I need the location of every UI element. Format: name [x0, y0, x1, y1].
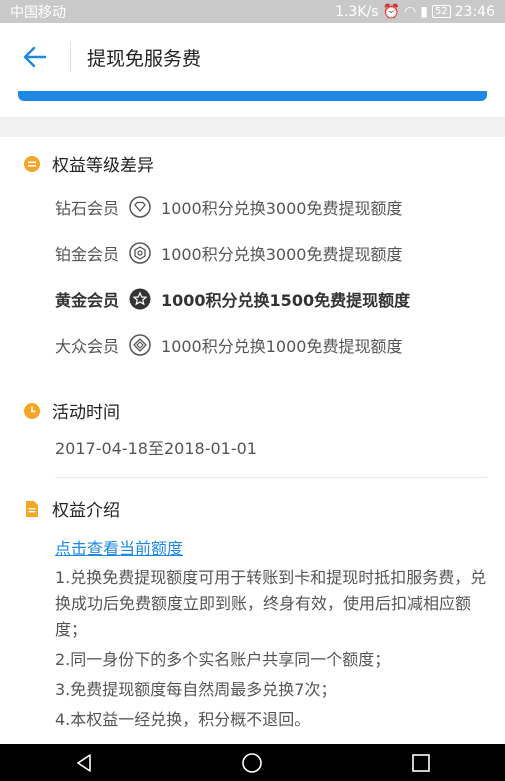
android-nav-bar [0, 744, 505, 781]
status-right: 1.3K/s ⏰ ◠ ▮ 52 23:46 [335, 4, 495, 20]
wifi-icon: ◠ [403, 3, 417, 20]
activity-section-header: 活动时间 [24, 398, 487, 423]
clock-icon [24, 402, 40, 419]
public-badge-icon [129, 334, 151, 356]
network-speed: 1.3K/s [335, 3, 379, 20]
level-desc: 1000积分兑换3000免费提现额度 [161, 199, 403, 218]
alarm-icon: ⏰ [382, 3, 400, 20]
nav-recents-icon[interactable] [411, 753, 431, 773]
level-desc: 1000积分兑换3000免费提现额度 [161, 245, 403, 264]
level-name: 黄金会员 [55, 291, 120, 310]
chat-bubble-icon [24, 155, 40, 172]
activity-title: 活动时间 [52, 403, 120, 423]
diamond-badge-icon [129, 196, 151, 218]
appbar-divider [70, 42, 71, 72]
clock: 23:46 [454, 3, 495, 20]
intro-item: 3.免费提现额度每自然周最多兑换7次； [55, 680, 337, 699]
top-action-area [0, 91, 505, 117]
intro-item: 1.兑换免费提现额度可用于转账到卡和提现时抵扣服务费，兑换成功后免费额度立即到账… [55, 568, 487, 639]
levels-list: 钻石会员 1000积分兑换3000免费提现额度 铂金会员 1000积分兑换300… [55, 184, 487, 368]
level-row-diamond: 钻石会员 1000积分兑换3000免费提现额度 [55, 184, 487, 230]
level-desc: 1000积分兑换1000免费提现额度 [161, 337, 403, 356]
nav-back-icon[interactable] [74, 753, 94, 773]
level-row-platinum: 铂金会员 1000积分兑换3000免费提现额度 [55, 230, 487, 276]
intro-item: 2.同一身份下的多个实名账户共享同一个额度； [55, 650, 391, 669]
level-row-public: 大众会员 1000积分兑换1000免费提现额度 [55, 322, 487, 368]
document-icon [26, 500, 38, 517]
content-panel: 权益等级差异 钻石会员 1000积分兑换3000免费提现额度 铂金会员 1000… [0, 137, 505, 744]
level-name: 钻石会员 [55, 199, 120, 218]
page-title: 提现免服务费 [87, 47, 202, 70]
platinum-badge-icon [129, 242, 151, 264]
gold-badge-icon [129, 288, 151, 310]
activity-date: 2017-04-18至2018-01-01 [55, 439, 257, 458]
exchange-button[interactable] [18, 91, 487, 101]
carrier-label: 中国移动 [10, 4, 66, 21]
levels-section-header: 权益等级差异 [24, 151, 487, 176]
level-name: 大众会员 [55, 337, 120, 356]
level-row-gold: 黄金会员 1000积分兑换1500免费提现额度 [55, 276, 487, 322]
signal-icon: ▮ [420, 3, 428, 20]
level-desc: 1000积分兑换1500免费提现额度 [161, 291, 411, 310]
app-bar: 提现免服务费 [0, 23, 505, 91]
level-name: 铂金会员 [55, 245, 120, 264]
intro-section-header: 权益介绍 [24, 496, 487, 521]
nav-home-icon[interactable] [241, 752, 263, 774]
intro-title: 权益介绍 [52, 501, 120, 521]
battery-icon: 52 [431, 5, 451, 18]
back-arrow-icon [23, 46, 47, 68]
intro-list: 1.兑换免费提现额度可用于转账到卡和提现时抵扣服务费，兑换成功后免费额度立即到账… [24, 565, 487, 733]
intro-item: 4.本权益一经兑换，积分概不退回。 [55, 710, 311, 729]
section-divider [55, 477, 487, 478]
status-bar: 中国移动 1.3K/s ⏰ ◠ ▮ 52 23:46 [0, 0, 505, 23]
view-quota-link[interactable]: 点击查看当前额度 [55, 535, 183, 559]
levels-title: 权益等级差异 [52, 156, 154, 176]
back-button[interactable] [0, 23, 70, 91]
